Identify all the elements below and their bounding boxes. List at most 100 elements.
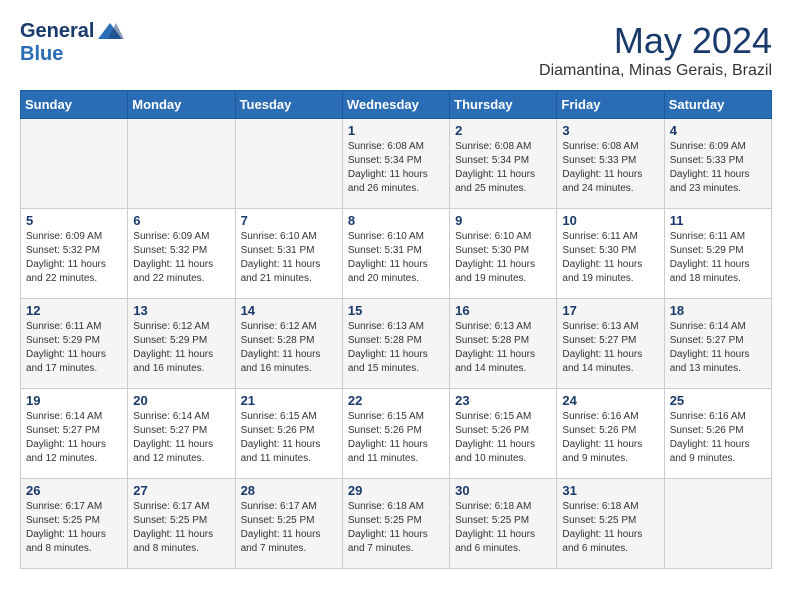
day-info: Sunrise: 6:17 AMSunset: 5:25 PMDaylight:… xyxy=(241,500,337,556)
calendar-week-3: 12Sunrise: 6:11 AMSunset: 5:29 PMDayligh… xyxy=(21,299,772,389)
day-info: Sunrise: 6:09 AMSunset: 5:33 PMDaylight:… xyxy=(670,140,766,196)
calendar-week-5: 26 Sunrise: 6:17 AMSunset: 5:25 PMDayligh… xyxy=(21,479,772,569)
calendar-cell: 28 Sunrise: 6:17 AMSunset: 5:25 PMDayligh… xyxy=(235,479,342,569)
calendar-cell: 31Sunrise: 6:18 AMSunset: 5:25 PMDayligh… xyxy=(557,479,664,569)
day-number: 22 xyxy=(348,393,444,408)
logo-icon xyxy=(96,21,124,43)
day-info: Sunrise: 6:08 AMSunset: 5:33 PMDaylight:… xyxy=(562,140,658,196)
day-number: 9 xyxy=(455,213,551,228)
day-number: 26 xyxy=(26,483,122,498)
day-info: Sunrise: 6:14 AMSunset: 5:27 PMDaylight:… xyxy=(133,410,229,466)
day-info: Sunrise: 6:14 AMSunset: 5:27 PMDaylight:… xyxy=(670,320,766,376)
day-number: 2 xyxy=(455,123,551,138)
weekday-friday: Friday xyxy=(557,91,664,119)
calendar-cell xyxy=(128,119,235,209)
day-number: 6 xyxy=(133,213,229,228)
day-info: Sunrise: 6:18 AMSunset: 5:25 PMDaylight:… xyxy=(348,500,444,556)
location: Diamantina, Minas Gerais, Brazil xyxy=(539,62,772,80)
day-number: 1 xyxy=(348,123,444,138)
day-number: 14 xyxy=(241,303,337,318)
day-info: Sunrise: 6:15 AMSunset: 5:26 PMDaylight:… xyxy=(455,410,551,466)
calendar-header: SundayMondayTuesdayWednesdayThursdayFrid… xyxy=(21,91,772,119)
calendar-cell: 22 Sunrise: 6:15 AMSunset: 5:26 PMDayligh… xyxy=(342,389,449,479)
calendar-cell: 14 Sunrise: 6:12 AMSunset: 5:28 PMDayligh… xyxy=(235,299,342,389)
calendar-cell: 10 Sunrise: 6:11 AMSunset: 5:30 PMDayligh… xyxy=(557,209,664,299)
calendar-cell: 2Sunrise: 6:08 AMSunset: 5:34 PMDaylight… xyxy=(450,119,557,209)
page-header: General Blue May 2024 Diamantina, Minas … xyxy=(20,20,772,80)
day-number: 24 xyxy=(562,393,658,408)
day-info: Sunrise: 6:16 AMSunset: 5:26 PMDaylight:… xyxy=(670,410,766,466)
day-number: 29 xyxy=(348,483,444,498)
day-info: Sunrise: 6:18 AMSunset: 5:25 PMDaylight:… xyxy=(455,500,551,556)
day-number: 25 xyxy=(670,393,766,408)
calendar-cell: 3 Sunrise: 6:08 AMSunset: 5:33 PMDaylight… xyxy=(557,119,664,209)
calendar-cell: 26 Sunrise: 6:17 AMSunset: 5:25 PMDayligh… xyxy=(21,479,128,569)
calendar-cell: 19 Sunrise: 6:14 AMSunset: 5:27 PMDayligh… xyxy=(21,389,128,479)
day-number: 21 xyxy=(241,393,337,408)
day-number: 28 xyxy=(241,483,337,498)
day-info: Sunrise: 6:14 AMSunset: 5:27 PMDaylight:… xyxy=(26,410,122,466)
day-info: Sunrise: 6:17 AMSunset: 5:25 PMDaylight:… xyxy=(133,500,229,556)
weekday-sunday: Sunday xyxy=(21,91,128,119)
day-info: Sunrise: 6:16 AMSunset: 5:26 PMDaylight:… xyxy=(562,410,658,466)
day-info: Sunrise: 6:13 AMSunset: 5:28 PMDaylight:… xyxy=(348,320,444,376)
calendar-week-4: 19 Sunrise: 6:14 AMSunset: 5:27 PMDayligh… xyxy=(21,389,772,479)
weekday-wednesday: Wednesday xyxy=(342,91,449,119)
day-info: Sunrise: 6:17 AMSunset: 5:25 PMDaylight:… xyxy=(26,500,122,556)
day-number: 23 xyxy=(455,393,551,408)
weekday-thursday: Thursday xyxy=(450,91,557,119)
day-number: 19 xyxy=(26,393,122,408)
calendar-cell: 9 Sunrise: 6:10 AMSunset: 5:30 PMDaylight… xyxy=(450,209,557,299)
day-info: Sunrise: 6:08 AMSunset: 5:34 PMDaylight:… xyxy=(348,140,444,196)
weekday-tuesday: Tuesday xyxy=(235,91,342,119)
day-number: 8 xyxy=(348,213,444,228)
day-number: 7 xyxy=(241,213,337,228)
day-info: Sunrise: 6:15 AMSunset: 5:26 PMDaylight:… xyxy=(348,410,444,466)
month-year: May 2024 xyxy=(539,20,772,62)
day-info: Sunrise: 6:13 AMSunset: 5:28 PMDaylight:… xyxy=(455,320,551,376)
day-info: Sunrise: 6:13 AMSunset: 5:27 PMDaylight:… xyxy=(562,320,658,376)
calendar-cell: 25 Sunrise: 6:16 AMSunset: 5:26 PMDayligh… xyxy=(664,389,771,479)
weekday-monday: Monday xyxy=(128,91,235,119)
weekday-saturday: Saturday xyxy=(664,91,771,119)
day-info: Sunrise: 6:10 AMSunset: 5:31 PMDaylight:… xyxy=(241,230,337,286)
logo-text: General xyxy=(20,20,124,43)
calendar-week-1: 1 Sunrise: 6:08 AMSunset: 5:34 PMDaylight… xyxy=(21,119,772,209)
calendar-cell xyxy=(21,119,128,209)
calendar-cell: 17 Sunrise: 6:13 AMSunset: 5:27 PMDayligh… xyxy=(557,299,664,389)
day-number: 27 xyxy=(133,483,229,498)
calendar-cell: 11 Sunrise: 6:11 AMSunset: 5:29 PMDayligh… xyxy=(664,209,771,299)
calendar-cell: 29 Sunrise: 6:18 AMSunset: 5:25 PMDayligh… xyxy=(342,479,449,569)
day-info: Sunrise: 6:15 AMSunset: 5:26 PMDaylight:… xyxy=(241,410,337,466)
logo: General Blue xyxy=(20,20,124,65)
day-info: Sunrise: 6:09 AMSunset: 5:32 PMDaylight:… xyxy=(133,230,229,286)
title-block: May 2024 Diamantina, Minas Gerais, Brazi… xyxy=(539,20,772,80)
calendar-cell: 5Sunrise: 6:09 AMSunset: 5:32 PMDaylight… xyxy=(21,209,128,299)
day-info: Sunrise: 6:10 AMSunset: 5:30 PMDaylight:… xyxy=(455,230,551,286)
calendar-table: SundayMondayTuesdayWednesdayThursdayFrid… xyxy=(20,90,772,569)
day-number: 16 xyxy=(455,303,551,318)
calendar-body: 1 Sunrise: 6:08 AMSunset: 5:34 PMDaylight… xyxy=(21,119,772,569)
calendar-cell: 13Sunrise: 6:12 AMSunset: 5:29 PMDayligh… xyxy=(128,299,235,389)
day-number: 18 xyxy=(670,303,766,318)
calendar-cell: 1 Sunrise: 6:08 AMSunset: 5:34 PMDaylight… xyxy=(342,119,449,209)
calendar-cell xyxy=(664,479,771,569)
day-info: Sunrise: 6:11 AMSunset: 5:29 PMDaylight:… xyxy=(670,230,766,286)
day-number: 17 xyxy=(562,303,658,318)
day-number: 5 xyxy=(26,213,122,228)
day-number: 3 xyxy=(562,123,658,138)
day-number: 10 xyxy=(562,213,658,228)
calendar-cell: 12Sunrise: 6:11 AMSunset: 5:29 PMDayligh… xyxy=(21,299,128,389)
calendar-cell: 7 Sunrise: 6:10 AMSunset: 5:31 PMDaylight… xyxy=(235,209,342,299)
calendar-cell: 27 Sunrise: 6:17 AMSunset: 5:25 PMDayligh… xyxy=(128,479,235,569)
day-number: 15 xyxy=(348,303,444,318)
day-number: 12 xyxy=(26,303,122,318)
day-info: Sunrise: 6:10 AMSunset: 5:31 PMDaylight:… xyxy=(348,230,444,286)
calendar-cell: 4 Sunrise: 6:09 AMSunset: 5:33 PMDaylight… xyxy=(664,119,771,209)
day-info: Sunrise: 6:12 AMSunset: 5:28 PMDaylight:… xyxy=(241,320,337,376)
day-number: 11 xyxy=(670,213,766,228)
calendar-cell: 21 Sunrise: 6:15 AMSunset: 5:26 PMDayligh… xyxy=(235,389,342,479)
day-number: 20 xyxy=(133,393,229,408)
day-number: 4 xyxy=(670,123,766,138)
day-info: Sunrise: 6:11 AMSunset: 5:30 PMDaylight:… xyxy=(562,230,658,286)
